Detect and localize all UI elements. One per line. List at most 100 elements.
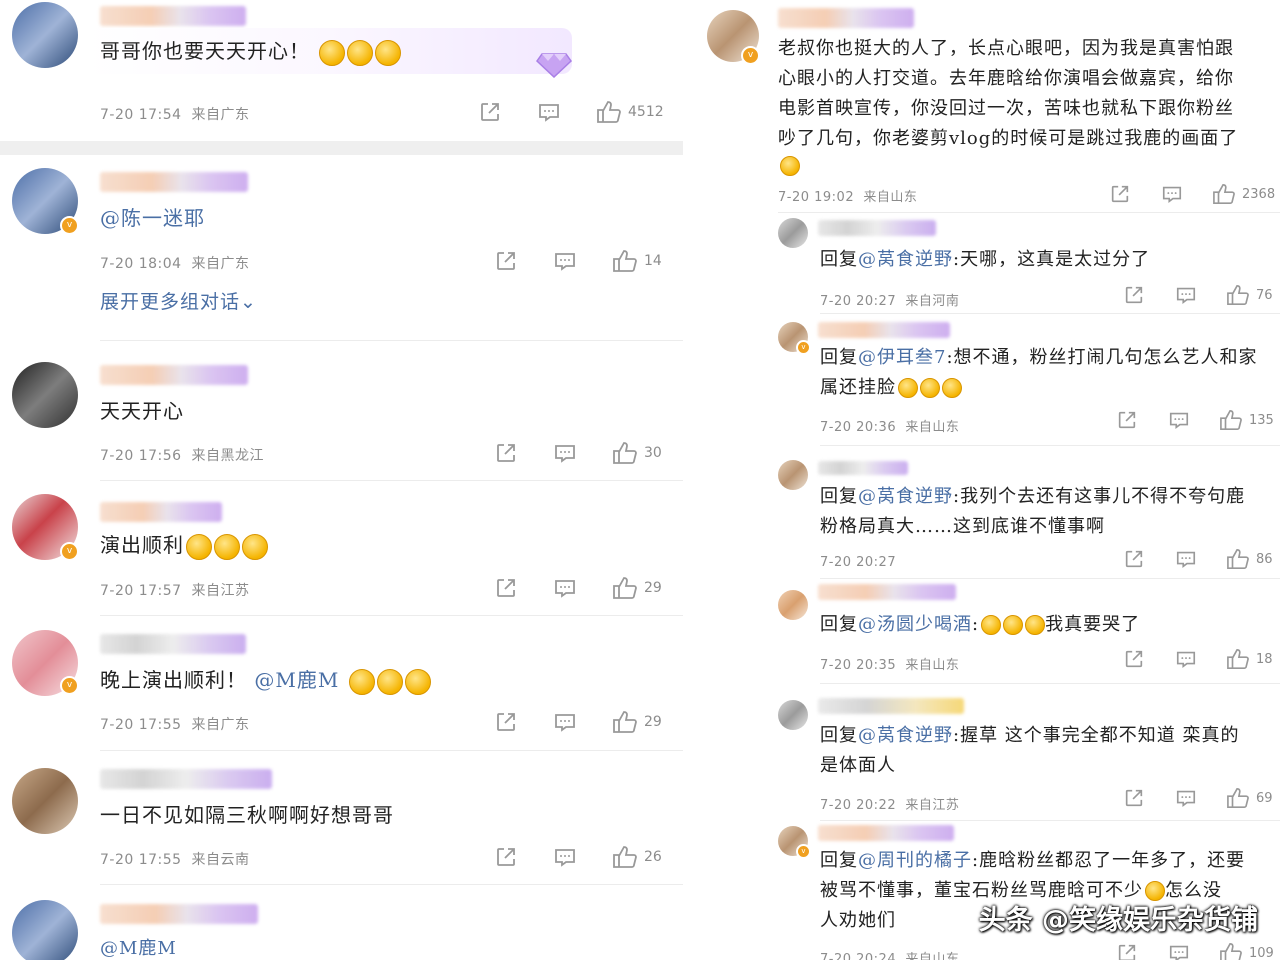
like-count: 4512 [628, 104, 664, 120]
like-button[interactable]: 29 [612, 576, 662, 600]
like-button[interactable]: 18 [1226, 648, 1273, 670]
like-button[interactable]: 135 [1219, 409, 1274, 431]
like-button[interactable]: 76 [1226, 284, 1273, 306]
avatar[interactable] [12, 900, 78, 960]
share-icon [1125, 650, 1143, 668]
like-button[interactable]: 29 [612, 710, 662, 734]
like-button[interactable]: 109 [1219, 942, 1274, 960]
comment-button[interactable] [553, 441, 577, 465]
username-blurred[interactable] [818, 584, 956, 600]
comment-button[interactable] [1175, 787, 1197, 809]
comment-button[interactable] [1161, 183, 1183, 205]
divider [820, 820, 1280, 821]
comment-text: 一日不见如隔三秋啊啊好想哥哥 [100, 803, 394, 827]
like-button[interactable]: 26 [612, 845, 662, 869]
avatar[interactable] [12, 362, 78, 428]
username-blurred[interactable] [818, 220, 936, 236]
emoji-icon [347, 39, 374, 66]
chevron-down-icon: ⌄ [240, 291, 257, 313]
comment-button[interactable] [553, 845, 577, 869]
comment-button[interactable] [1168, 942, 1190, 960]
like-icon [1220, 410, 1242, 430]
share-button[interactable] [494, 249, 518, 273]
reply-text: 回复@周刊的橘子:鹿晗粉丝都忍了一年多了，还要 [820, 850, 1246, 871]
divider [820, 683, 1280, 684]
share-icon [1118, 944, 1136, 960]
verified-badge-icon: v [60, 216, 79, 235]
share-button[interactable] [1123, 648, 1145, 670]
share-button[interactable] [1123, 548, 1145, 570]
mention-link[interactable]: @M鹿M [100, 938, 177, 959]
comment-button[interactable] [1168, 409, 1190, 431]
like-button[interactable]: 2368 [1212, 183, 1275, 205]
comment-button[interactable] [537, 100, 561, 124]
username-blurred[interactable] [100, 634, 246, 654]
comment-text: 晚上演出顺利！ @M鹿M [100, 665, 431, 695]
mention-link[interactable]: @汤圆少喝酒 [858, 614, 972, 635]
comment-icon [539, 104, 559, 122]
share-button[interactable] [494, 710, 518, 734]
like-count: 14 [644, 253, 662, 269]
comment-text: @陈一迷耶 [100, 203, 205, 233]
like-button[interactable]: 86 [1226, 548, 1273, 570]
mention-link[interactable]: @莴食逆野 [858, 486, 953, 507]
expand-conversation-link[interactable]: 展开更多组对话⌄ [100, 287, 257, 317]
share-button[interactable] [494, 576, 518, 600]
mention-link[interactable]: @周刊的橘子 [858, 850, 972, 871]
username-blurred[interactable] [100, 904, 258, 924]
username-blurred[interactable] [818, 322, 950, 338]
mention-link[interactable]: @伊耳叁7 [858, 347, 946, 368]
divider [100, 615, 683, 616]
share-button[interactable] [1123, 787, 1145, 809]
reply-meta: 7-20 20:36 来自山东 [820, 420, 960, 435]
username-blurred[interactable] [818, 825, 954, 841]
share-button[interactable] [494, 845, 518, 869]
emoji-icon [376, 668, 403, 695]
like-button[interactable]: 69 [1226, 787, 1273, 809]
mention-link[interactable]: @莴食逆野 [858, 249, 953, 270]
comment-button[interactable] [553, 576, 577, 600]
comment-icon [555, 253, 575, 271]
avatar[interactable] [778, 460, 808, 490]
avatar[interactable] [12, 2, 78, 68]
divider [820, 445, 1280, 446]
comment-meta: 7-20 19:02 来自山东 [778, 190, 918, 205]
comment-button[interactable] [1175, 648, 1197, 670]
comment-icon [1176, 551, 1196, 568]
share-button[interactable] [478, 100, 502, 124]
share-button[interactable] [1109, 183, 1131, 205]
comment-button[interactable] [553, 249, 577, 273]
diamond-icon [536, 53, 572, 78]
reply-text: 回复@汤圆少喝酒: 我真要哭了 [820, 614, 1141, 635]
username-blurred[interactable] [100, 6, 246, 26]
like-button[interactable]: 30 [612, 441, 662, 465]
share-button[interactable] [494, 441, 518, 465]
share-button[interactable] [1116, 942, 1138, 960]
mention-link[interactable]: @M鹿M [254, 668, 339, 692]
username-blurred[interactable] [778, 8, 914, 28]
emoji-icon [1003, 615, 1024, 635]
comment-button[interactable] [1175, 284, 1197, 306]
username-blurred[interactable] [818, 698, 964, 714]
username-blurred[interactable] [100, 172, 248, 192]
like-button[interactable]: 14 [612, 249, 662, 273]
share-button[interactable] [1116, 409, 1138, 431]
like-count: 86 [1256, 551, 1273, 567]
comment-button[interactable] [553, 710, 577, 734]
username-blurred[interactable] [818, 461, 908, 475]
avatar[interactable] [12, 768, 78, 834]
mention-link[interactable]: @莴食逆野 [858, 725, 953, 746]
username-blurred[interactable] [100, 769, 272, 789]
avatar[interactable] [778, 700, 808, 730]
username-blurred[interactable] [100, 365, 248, 385]
mention-link[interactable]: @陈一迷耶 [100, 206, 205, 230]
comment-button[interactable] [1175, 548, 1197, 570]
avatar[interactable] [778, 590, 808, 620]
section-divider [0, 141, 683, 155]
share-button[interactable] [1123, 284, 1145, 306]
like-button[interactable]: 4512 [596, 100, 664, 124]
right-comment-panel: v 老叔你也挺大的人了，长点心眼吧，因为我是真害怕跟 心眼小的人打交道。去年鹿晗… [683, 0, 1280, 960]
divider [778, 212, 1280, 213]
avatar[interactable] [778, 218, 808, 248]
username-blurred[interactable] [100, 502, 222, 522]
